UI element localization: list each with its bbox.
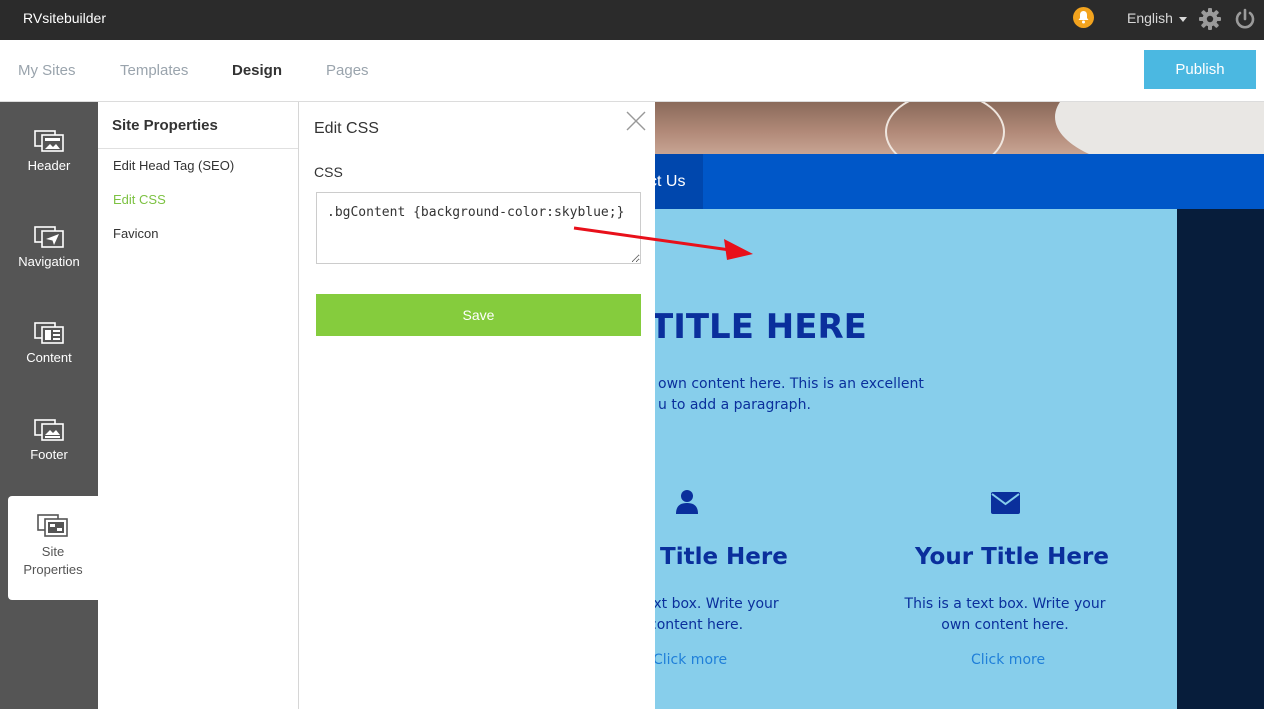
site-nav-label: ct Us: [655, 173, 686, 190]
app-brand: RVsitebuilder: [23, 10, 107, 26]
publish-button[interactable]: Publish: [1144, 50, 1256, 89]
tab-pages[interactable]: Pages: [326, 40, 369, 102]
top-bar: RVsitebuilder English: [0, 0, 1264, 40]
user-icon: [676, 489, 698, 520]
notification-bell-icon[interactable]: [1073, 7, 1094, 28]
divider: [98, 148, 298, 149]
column-text-line: content here.: [655, 617, 744, 633]
edit-css-link[interactable]: Edit CSS: [113, 192, 166, 207]
column-text-line: own content here.: [941, 617, 1069, 633]
column-text: This is a text box. Write your own conte…: [895, 594, 1115, 636]
language-label: English: [1127, 10, 1173, 26]
navigation-icon: [34, 226, 64, 248]
site-properties-panel: Site Properties Edit Head Tag (SEO) Edit…: [98, 102, 299, 709]
column-text-line: This is a text box. Write your: [904, 596, 1106, 612]
sidebar-item-footer[interactable]: Footer: [0, 419, 98, 462]
favicon-link[interactable]: Favicon: [113, 226, 159, 241]
edit-css-title: Edit CSS: [314, 120, 379, 137]
content-icon: [34, 322, 64, 344]
sidebar-item-label: Header: [27, 158, 71, 173]
language-selector[interactable]: English: [1127, 10, 1187, 26]
mail-icon: [991, 492, 1020, 519]
sidebar-item-site-properties[interactable]: Site Properties: [8, 496, 98, 600]
gear-icon[interactable]: [1199, 8, 1221, 35]
save-button[interactable]: Save: [316, 294, 641, 336]
sidebar-item-navigation[interactable]: Navigation: [0, 226, 98, 269]
power-icon[interactable]: [1234, 8, 1256, 35]
intro-line: u to add a paragraph.: [658, 397, 811, 413]
tab-templates[interactable]: Templates: [120, 40, 188, 102]
sidebar-item-header[interactable]: Header: [0, 130, 98, 173]
section-title: TITLE HERE: [655, 307, 867, 347]
edit-css-panel: Edit CSS CSS .bgContent {background-colo…: [299, 102, 655, 709]
click-more-link[interactable]: Click more: [655, 652, 727, 668]
footer-icon: [34, 419, 64, 441]
css-field-label: CSS: [314, 164, 343, 180]
site-properties-title: Site Properties: [112, 117, 218, 134]
column-text-line: ext box. Write your: [655, 596, 779, 612]
click-more-link[interactable]: Click more: [971, 652, 1045, 668]
site-properties-icon: [37, 514, 68, 537]
close-icon[interactable]: [626, 111, 646, 136]
header-icon: [34, 130, 64, 152]
edit-head-tag-link[interactable]: Edit Head Tag (SEO): [113, 158, 234, 173]
chevron-down-icon: [1178, 16, 1187, 22]
intro-text: own content here. This is an excellent u…: [658, 374, 958, 416]
column-text: ext box. Write your content here.: [655, 594, 795, 636]
sidebar-item-label: Site: [41, 544, 65, 559]
column-title: Title Here: [660, 544, 788, 570]
site-preview: ct Us TITLE HERE own content here. This …: [655, 102, 1264, 709]
main-nav-bar: My Sites Templates Design Pages Publish: [0, 40, 1264, 102]
hero-image: [655, 102, 1264, 172]
design-sidebar: Header Navigation Content Footer Site Pr…: [0, 102, 98, 709]
site-nav-item-contact[interactable]: ct Us: [655, 154, 703, 209]
intro-line: own content here. This is an excellent: [658, 376, 924, 392]
sidebar-item-label: Navigation: [18, 254, 80, 269]
sidebar-item-label: Properties: [23, 562, 83, 577]
tab-my-sites[interactable]: My Sites: [18, 40, 76, 102]
site-nav-bar: ct Us: [655, 154, 1264, 209]
annotation-arrow-icon: [573, 226, 753, 260]
tab-design[interactable]: Design: [232, 40, 282, 102]
dark-sidebar-strip: [1177, 209, 1264, 709]
sidebar-item-content[interactable]: Content: [0, 322, 98, 365]
sidebar-item-label: Footer: [30, 447, 68, 462]
column-title: Your Title Here: [915, 544, 1109, 570]
sidebar-item-label: Content: [26, 350, 72, 365]
